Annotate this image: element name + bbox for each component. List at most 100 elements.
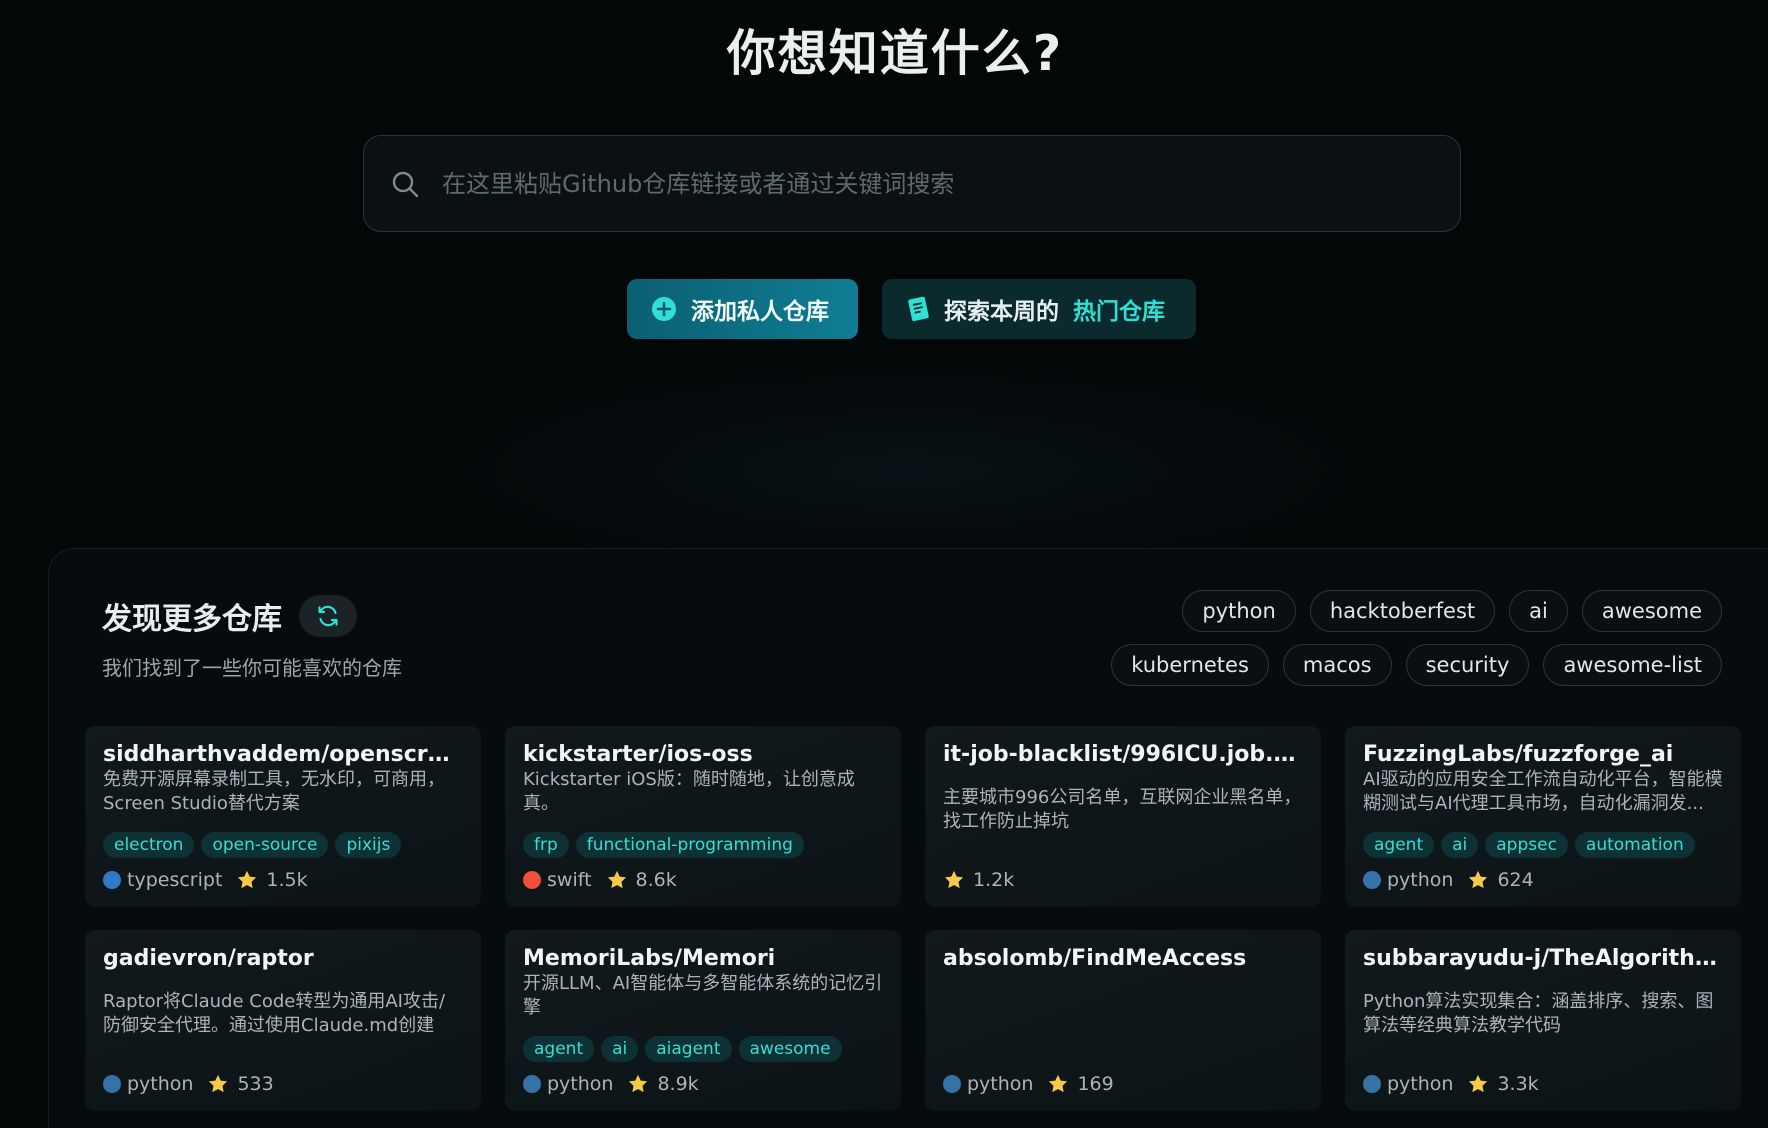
language-dot: [523, 1075, 541, 1093]
star-icon: [627, 1073, 649, 1095]
language-dot: [523, 871, 541, 889]
repo-name: kickstarter/ios-oss: [523, 742, 753, 767]
explore-label-prefix: 探索本周的: [944, 299, 1059, 325]
star-icon: [1047, 1073, 1069, 1095]
repo-card[interactable]: FuzzingLabs/fuzzforge_ai AI驱动的应用安全工作流自动化…: [1345, 726, 1741, 907]
search-box[interactable]: [363, 135, 1461, 232]
repo-meta: 1.2k: [943, 869, 1014, 891]
repo-description: AI驱动的应用安全工作流自动化平台，智能模糊测试与AI代理工具市场，自动化漏洞发…: [1363, 769, 1723, 814]
discover-subtitle: 我们找到了一些你可能喜欢的仓库: [102, 656, 402, 680]
topic-tag[interactable]: python: [1182, 590, 1296, 632]
star-icon: [207, 1073, 229, 1095]
repo-name: siddharthvaddem/openscreen: [103, 742, 463, 767]
refresh-icon: [315, 603, 341, 629]
repo-language: python: [1387, 869, 1454, 891]
repo-card[interactable]: MemoriLabs/Memori 开源LLM、AI智能体与多智能体系统的记忆引…: [505, 930, 901, 1111]
topic-tag[interactable]: macos: [1282, 644, 1392, 686]
repo-stars: 8.6k: [635, 869, 677, 891]
repo-stars: 3.3k: [1497, 1073, 1539, 1095]
repo-description: Kickstarter iOS版：随时随地，让创意成真。: [523, 769, 855, 814]
repo-meta: python 3.3k: [1363, 1073, 1539, 1095]
repo-description: 开源LLM、AI智能体与多智能体系统的记忆引擎: [523, 973, 883, 1018]
star-icon: [236, 869, 258, 891]
repo-name: it-job-blacklist/996ICU.job.blac...: [943, 742, 1303, 767]
topic-tags-row-2: kubernetes macos security awesome-list: [1111, 644, 1722, 686]
repo-tag[interactable]: automation: [1574, 832, 1695, 858]
add-private-repo-label: 添加私人仓库: [691, 299, 829, 325]
repo-tag[interactable]: frp: [523, 832, 569, 858]
star-icon: [606, 869, 628, 891]
repo-description: 主要城市996公司名单，互联网企业黑名单，找工作防止掉坑: [943, 787, 1302, 832]
repo-stars: 624: [1497, 869, 1534, 891]
star-icon: [1467, 869, 1489, 891]
background-glow: [420, 360, 1400, 580]
topic-tag[interactable]: hacktoberfest: [1309, 590, 1496, 632]
repo-meta: typescript 1.5k: [103, 869, 308, 891]
repo-tag[interactable]: pixijs: [335, 832, 402, 858]
repo-tags: agent ai appsec automation: [1363, 832, 1695, 858]
repo-meta: python 169: [943, 1073, 1114, 1095]
repo-name: FuzzingLabs/fuzzforge_ai: [1363, 742, 1674, 767]
repo-stars: 1.2k: [973, 869, 1015, 891]
topic-tag[interactable]: ai: [1509, 590, 1568, 632]
discover-title: 发现更多仓库: [102, 602, 282, 637]
repo-tag[interactable]: appsec: [1485, 832, 1568, 858]
repo-tag[interactable]: agent: [523, 1036, 595, 1062]
repo-description: 免费开源屏幕录制工具，无水印，可商用，Screen Studio替代方案: [103, 769, 445, 814]
hero-title: 你想知道什么?: [726, 25, 1064, 82]
repo-stars: 8.9k: [657, 1073, 699, 1095]
repo-meta: python 624: [1363, 869, 1534, 891]
repo-language: python: [127, 1073, 194, 1095]
topic-tag[interactable]: kubernetes: [1111, 644, 1269, 686]
repo-tag[interactable]: ai: [601, 1036, 639, 1062]
repo-language: typescript: [127, 869, 223, 891]
repo-tag[interactable]: ai: [1441, 832, 1479, 858]
repo-tag[interactable]: awesome: [738, 1036, 842, 1062]
repo-card[interactable]: it-job-blacklist/996ICU.job.blac... 主要城市…: [925, 726, 1321, 907]
repo-name: absolomb/FindMeAccess: [943, 946, 1247, 971]
language-dot: [1363, 871, 1381, 889]
repo-tag[interactable]: open-source: [201, 832, 329, 858]
repo-meta: python 8.9k: [523, 1073, 699, 1095]
repo-name: gadievron/raptor: [103, 946, 314, 971]
topic-tag[interactable]: security: [1405, 644, 1530, 686]
repo-card[interactable]: subbarayudu-j/TheAlgorithms-... Python算法…: [1345, 930, 1741, 1111]
language-dot: [943, 1075, 961, 1093]
explore-trending-button[interactable]: 探索本周的 热门仓库: [882, 279, 1196, 339]
star-icon: [943, 869, 965, 891]
repo-card[interactable]: gadievron/raptor Raptor将Claude Code转型为通用…: [85, 930, 481, 1111]
repo-description: Raptor将Claude Code转型为通用AI攻击/防御安全代理。通过使用C…: [103, 991, 446, 1036]
topic-tags-row-1: python hacktoberfest ai awesome: [1182, 590, 1722, 632]
language-dot: [103, 871, 121, 889]
topic-tag[interactable]: awesome-list: [1543, 644, 1722, 686]
refresh-button[interactable]: [299, 595, 357, 637]
repo-card[interactable]: siddharthvaddem/openscreen 免费开源屏幕录制工具，无水…: [85, 726, 481, 907]
repo-language: swift: [547, 869, 592, 891]
repo-tag[interactable]: functional-programming: [575, 832, 804, 858]
repo-card[interactable]: absolomb/FindMeAccess python 169: [925, 930, 1321, 1111]
repo-name: MemoriLabs/Memori: [523, 946, 776, 971]
language-dot: [103, 1075, 121, 1093]
add-private-repo-button[interactable]: 添加私人仓库: [627, 279, 858, 339]
repo-meta: python 533: [103, 1073, 274, 1095]
repo-stars: 169: [1077, 1073, 1114, 1095]
repo-tag[interactable]: electron: [103, 832, 195, 858]
repo-stars: 533: [237, 1073, 274, 1095]
repo-language: python: [547, 1073, 614, 1095]
repo-description: Python算法实现集合：涵盖排序、搜索、图算法等经典算法教学代码: [1363, 991, 1714, 1036]
repo-tag[interactable]: aiagent: [645, 1036, 732, 1062]
repo-language: python: [967, 1073, 1034, 1095]
repo-tags: frp functional-programming: [523, 832, 804, 858]
star-icon: [1467, 1073, 1489, 1095]
topic-tag[interactable]: awesome: [1581, 590, 1722, 632]
search-input[interactable]: [440, 152, 1460, 215]
repo-card[interactable]: kickstarter/ios-oss Kickstarter iOS版：随时随…: [505, 726, 901, 907]
repo-language: python: [1387, 1073, 1454, 1095]
page: 你想知道什么? 添加私人仓库 探索本周的 热门仓库 发现更多仓库 我们找到了一些…: [0, 0, 1768, 1128]
repo-tags: agent ai aiagent awesome: [523, 1036, 842, 1062]
repo-tag[interactable]: agent: [1363, 832, 1435, 858]
language-dot: [1363, 1075, 1381, 1093]
explore-label-highlight: 热门仓库: [1073, 299, 1165, 325]
repo-meta: swift 8.6k: [523, 869, 677, 891]
plus-circle-icon: [651, 296, 677, 322]
